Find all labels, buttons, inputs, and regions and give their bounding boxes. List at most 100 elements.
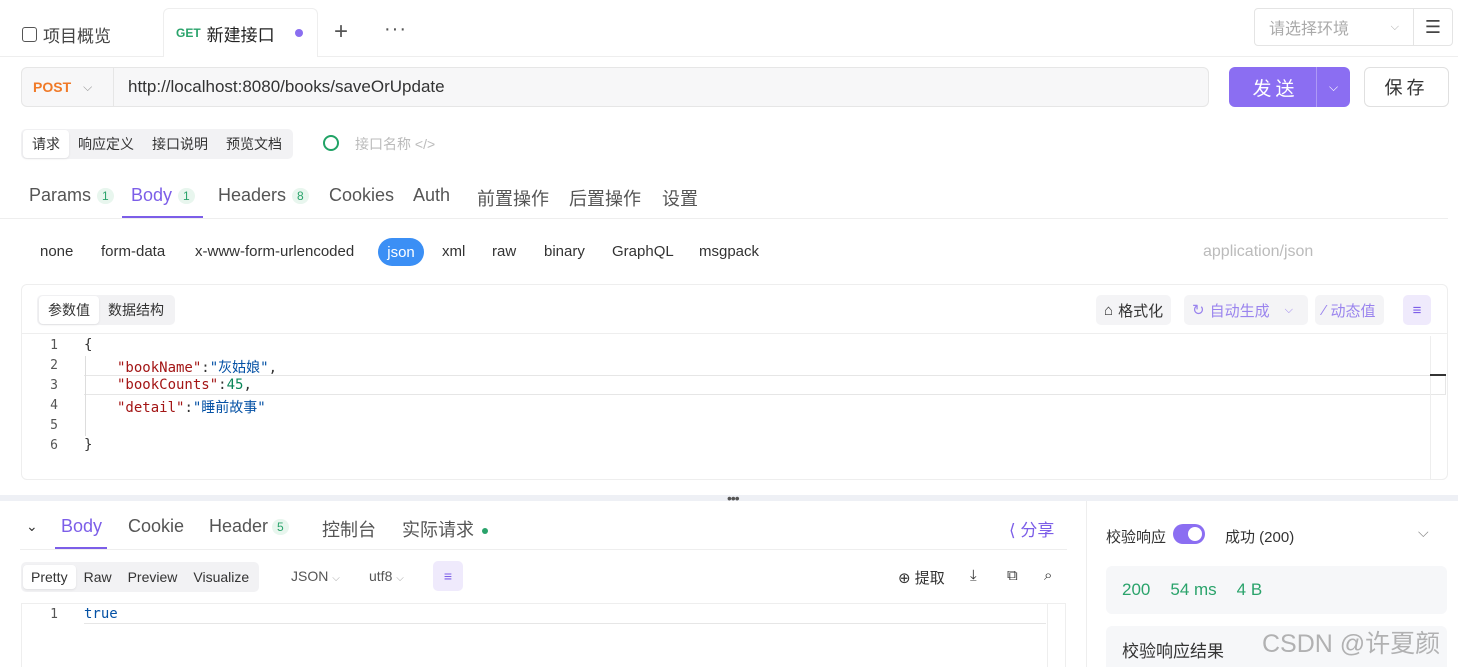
chevron-down-icon: ⌵ [83,79,93,94]
globe-icon[interactable] [323,135,339,151]
view-pretty[interactable]: Pretty [23,565,76,589]
body-type-json[interactable]: json [378,238,424,266]
code-line[interactable]: "detail":"睡前故事" [117,397,266,417]
send-options-chevron-icon[interactable]: ⌵ [1316,67,1350,107]
response-tab-console[interactable]: 控制台 [322,516,376,542]
format-value: JSON [291,568,329,584]
method-label: POST [33,79,72,95]
active-tab-indicator [122,216,203,218]
tab-pre-operations[interactable]: 前置操作 [477,185,549,211]
json-key: "bookCounts" [117,377,219,393]
response-scrollbar[interactable] [1047,604,1065,667]
wrap-icon[interactable]: ≡ [1403,295,1431,325]
tab-settings[interactable]: 设置 [662,185,698,211]
body-type-urlencoded[interactable]: x-www-form-urlencoded [195,243,354,260]
mode-response-definition[interactable]: 响应定义 [69,130,143,158]
response-tab-header[interactable]: Header 5 [209,516,289,537]
response-value[interactable]: true [84,606,118,622]
chevron-down-icon: ⌵ [332,573,340,584]
indent-guide [85,356,86,436]
mode-param-values[interactable]: 参数值 [39,296,99,324]
mode-request[interactable]: 请求 [23,130,69,158]
extract-button[interactable]: ⊕ 提取 [898,567,945,588]
body-type-raw[interactable]: raw [492,243,516,260]
search-icon[interactable]: ⌕ [1044,567,1052,584]
method-select[interactable]: POST ⌵ [22,68,114,106]
response-tabs-border [20,549,1067,550]
response-tab-cookie[interactable]: Cookie [128,516,184,537]
chevron-down-icon[interactable]: ⌵ [1418,524,1429,541]
body-type-msgpack[interactable]: msgpack [699,243,759,260]
tab-params[interactable]: Params 1 [29,185,114,206]
tab-auth[interactable]: Auth [413,185,450,206]
send-button[interactable]: 发送 ⌵ [1229,67,1350,107]
url-input[interactable]: http://localhost:8080/books/saveOrUpdate [114,77,445,97]
validate-response-label: 校验响应 [1106,529,1167,546]
format-select[interactable]: JSON ⌵ [291,568,340,584]
body-type-xml[interactable]: xml [442,243,465,260]
chevron-down-icon[interactable]: ⌵ [1285,304,1293,317]
mode-preview-doc[interactable]: 预览文档 [217,130,291,158]
wrap-icon[interactable]: ≡ [433,561,463,591]
status-code: 200 [1122,580,1151,599]
mode-data-structure[interactable]: 数据结构 [99,296,173,324]
body-type-binary[interactable]: binary [544,243,585,260]
method-badge: GET [176,26,201,40]
tab-label: 实际请求 [402,520,474,540]
body-type-form-data[interactable]: form-data [101,243,165,260]
response-tab-actual-request[interactable]: 实际请求 [402,516,488,542]
add-tab-button[interactable]: + [334,18,348,46]
overview-icon [22,27,37,42]
tab-new-interface[interactable]: GET 新建接口 [163,8,318,57]
collapse-chevron-icon[interactable]: ⌄ [26,518,38,535]
share-button[interactable]: ⟨ 分享 [1009,516,1054,541]
environment-select[interactable]: 请选择环境 ⌵ [1254,8,1414,46]
code-line[interactable]: { [84,337,92,353]
dynamic-value-button[interactable]: ⁄ 动态值 [1315,295,1384,325]
tab-body[interactable]: Body 1 [131,185,195,206]
code-line[interactable]: "bookName":"灰姑娘", [117,357,277,377]
mode-interface-doc[interactable]: 接口说明 [143,130,217,158]
view-preview[interactable]: Preview [120,565,186,589]
dynamic-label: 动态值 [1330,302,1376,320]
body-type-none[interactable]: none [40,243,73,260]
hamburger-icon: ☰ [1424,16,1442,37]
save-button[interactable]: 保存 [1364,67,1449,107]
download-icon[interactable]: ⤓ [970,567,977,584]
autogen-button[interactable]: ↻ 自动生成 ⌵ [1184,295,1308,325]
json-key: "bookName" [117,360,202,376]
validate-response-toggle[interactable] [1173,524,1205,544]
tab-cookies[interactable]: Cookies [329,185,394,206]
response-tab-body[interactable]: Body [61,516,102,537]
magic-wand-icon: ⁄ [1323,301,1326,319]
interface-name-placeholder: 接口名称 [355,136,411,152]
encoding-select[interactable]: utf8 ⌵ [369,568,404,584]
send-label: 发送 [1252,78,1299,100]
code-icon: </> [414,136,436,152]
status-dot-icon [482,528,488,535]
tab-project-overview[interactable]: 项目概览 [22,22,111,47]
tab-headers[interactable]: Headers 8 [218,185,309,206]
menu-button[interactable]: ☰ [1413,8,1453,46]
view-raw[interactable]: Raw [76,565,120,589]
code-line[interactable]: "bookCounts":45, [117,377,252,393]
unsaved-dot-icon [294,29,303,37]
code-token: } [84,437,93,453]
editor-scrollbar[interactable] [1430,336,1446,479]
more-tabs-button[interactable]: ··· [384,18,407,41]
line-number: 1 [50,338,58,353]
format-button[interactable]: ⌂ 格式化 [1096,295,1172,325]
share-label: 分享 [1020,521,1055,540]
line-number: 4 [50,398,58,413]
encoding-value: utf8 [369,568,393,584]
interface-name-input[interactable]: 接口名称 </> [355,134,435,154]
view-visualize[interactable]: Visualize [185,565,257,589]
mode-switch: 请求 响应定义 接口说明 预览文档 [21,129,293,159]
code-line[interactable]: } [84,437,92,453]
body-type-graphql[interactable]: GraphQL [612,243,674,260]
tab-post-operations[interactable]: 后置操作 [569,185,641,211]
copy-icon[interactable]: ⧉ [1007,567,1018,584]
line-number: 5 [50,418,58,433]
drag-handle-icon[interactable]: ••• [727,490,740,506]
current-line-highlight [84,604,1046,624]
